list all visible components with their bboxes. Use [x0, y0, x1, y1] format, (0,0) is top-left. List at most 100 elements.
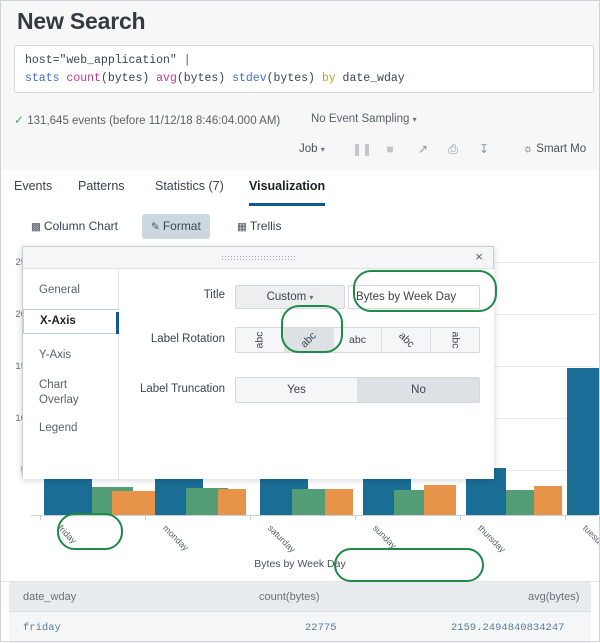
title-text-input[interactable]: Bytes by Week Day — [348, 285, 480, 309]
truncation-option-yes[interactable]: Yes — [236, 378, 358, 402]
x-axis-label-thursday: thursday — [476, 523, 507, 554]
tab-visualization[interactable]: Visualization — [249, 179, 325, 193]
format-button[interactable]: ✎Format — [142, 214, 210, 239]
export-icon[interactable]: ↧ — [476, 142, 492, 156]
query-token-stdev: stdev — [232, 72, 267, 85]
tab-events[interactable]: Events — [14, 179, 52, 193]
column-header-count-bytes[interactable]: count(bytes) — [259, 591, 320, 603]
job-dropdown[interactable]: Job ▾ — [299, 143, 325, 155]
nav-item-y-axis[interactable]: Y-Axis — [23, 344, 119, 367]
x-axis-label-friday: friday — [56, 523, 79, 546]
chevron-down-icon: ▾ — [321, 145, 325, 154]
query-token-avg-args: (bytes) — [177, 72, 232, 85]
job-label: Job — [299, 143, 318, 155]
title-mode-value: Custom — [267, 291, 307, 303]
title-mode-dropdown[interactable]: Custom ▾ — [235, 285, 345, 309]
bar-stdev-thursday[interactable] — [534, 486, 562, 515]
result-tabs: Events Patterns Statistics (7) Visualiza… — [0, 170, 600, 208]
query-host-clause: host="web_application" — [25, 54, 177, 67]
bar-count-tuesday[interactable] — [567, 368, 599, 515]
bar-avg-thursday[interactable] — [506, 490, 534, 515]
rotation-option-minus45[interactable]: abc — [285, 328, 334, 352]
rotation-option-zero[interactable]: abc — [334, 328, 383, 352]
nav-item-x-axis[interactable]: X-Axis — [23, 309, 119, 334]
event-sampling-dropdown[interactable]: No Event Sampling ▾ — [311, 113, 417, 125]
bar-chart-icon: ▩ — [31, 221, 41, 233]
table-header-row: date_wday count(bytes) avg(bytes) — [9, 582, 591, 612]
smart-mode-button[interactable]: ☼ Smart Mo — [523, 143, 586, 155]
cell-avg-bytes: 2159.2494840834247 — [451, 622, 564, 634]
dialog-body: Title Custom ▾ Bytes by Week Day Label R… — [119, 269, 494, 479]
truncation-option-no[interactable]: No — [358, 378, 479, 402]
smart-mode-label: Smart Mo — [536, 143, 586, 155]
query-token-count-args: (bytes) — [101, 72, 156, 85]
stop-icon[interactable]: ■ — [382, 142, 398, 156]
truncation-no-label: No — [411, 384, 426, 396]
x-axis-label-monday: monday — [161, 523, 191, 553]
tab-patterns[interactable]: Patterns — [78, 179, 125, 193]
x-axis-tick — [145, 515, 146, 520]
label-rotation-label: Label Rotation — [119, 333, 225, 345]
cell-date-wday[interactable]: friday — [23, 622, 61, 634]
bar-stdev-friday[interactable] — [112, 491, 160, 515]
visualization-toolbar: ▩Column Chart ✎Format ▦Trellis — [0, 207, 600, 245]
format-label: Format — [163, 219, 201, 233]
label-truncation-group: Yes No — [235, 377, 480, 403]
share-icon[interactable]: ↗ — [415, 142, 431, 156]
query-token-stdev-args: (bytes) — [267, 72, 322, 85]
statistics-table: date_wday count(bytes) avg(bytes) friday… — [0, 581, 600, 643]
print-icon[interactable]: ⎙ — [445, 142, 461, 157]
check-icon: ✓ — [14, 113, 24, 127]
query-token-avg: avg — [156, 72, 177, 85]
truncation-yes-label: Yes — [287, 384, 306, 396]
bar-stdev-saturday[interactable] — [325, 489, 353, 515]
rotation-option-plus90[interactable]: abc — [431, 328, 479, 352]
dialog-titlebar[interactable]: × — [23, 247, 493, 269]
tab-statistics[interactable]: Statistics (7) — [155, 179, 224, 193]
rotation-option-plus45[interactable]: abc — [382, 328, 431, 352]
table-row[interactable]: friday 22775 2159.2494840834247 — [9, 612, 591, 643]
x-axis-label-sunday: sunday — [371, 523, 399, 551]
format-dialog: × General X-Axis Y-Axis Chart Overlay Le… — [22, 246, 494, 478]
page-title: New Search — [17, 8, 145, 35]
search-query-input[interactable]: host="web_application" | stats count(byt… — [14, 45, 594, 93]
dialog-nav: General X-Axis Y-Axis Chart Overlay Lege… — [23, 269, 119, 479]
grid-icon: ▦ — [237, 221, 247, 233]
rotation-sample-text: abc — [449, 332, 461, 349]
x-axis-label-tuesday: tuesday — [581, 523, 600, 552]
label-truncation-label: Label Truncation — [119, 383, 225, 395]
bar-stdev-monday[interactable] — [218, 489, 246, 515]
x-axis-line — [31, 515, 597, 516]
rotation-sample-text: abc — [396, 330, 416, 350]
nav-item-legend[interactable]: Legend — [23, 417, 119, 440]
x-axis-tick — [460, 515, 461, 520]
bar-stdev-sunday[interactable] — [424, 485, 456, 515]
x-axis-title: Bytes by Week Day — [0, 558, 600, 570]
pause-icon[interactable]: ❚❚ — [352, 142, 368, 156]
query-token-by: by — [322, 72, 343, 85]
chevron-down-icon: ▾ — [413, 115, 417, 124]
lightbulb-icon: ☼ — [523, 143, 533, 155]
trellis-button[interactable]: ▦Trellis — [228, 214, 290, 239]
cell-count-bytes: 22775 — [305, 622, 337, 634]
column-header-date-wday[interactable]: date_wday — [23, 591, 76, 603]
active-tab-indicator — [249, 203, 325, 206]
splunk-search-page: New Search host="web_application" | stat… — [0, 0, 600, 642]
query-pipe: | — [177, 54, 191, 67]
x-axis-tick — [355, 515, 356, 520]
column-header-avg-bytes[interactable]: avg(bytes) — [528, 591, 579, 603]
nav-item-chart-overlay[interactable]: Chart Overlay — [23, 374, 83, 412]
chart-type-button[interactable]: ▩Column Chart — [22, 214, 127, 239]
nav-item-general[interactable]: General — [23, 279, 119, 302]
drag-handle-icon[interactable] — [221, 255, 295, 261]
event-sampling-label: No Event Sampling — [311, 113, 409, 125]
x-axis-tick — [250, 515, 251, 520]
trellis-label: Trellis — [250, 219, 282, 233]
close-icon[interactable]: × — [471, 249, 487, 265]
rotation-option-minus90[interactable]: abc — [236, 328, 285, 352]
x-axis-tick — [565, 515, 566, 520]
rotation-sample-text: abc — [298, 330, 318, 350]
chevron-down-icon: ▾ — [309, 293, 313, 302]
events-count-status: ✓ 131,645 events (before 11/12/18 8:46:0… — [14, 113, 280, 127]
query-token-stats: stats — [25, 72, 66, 85]
